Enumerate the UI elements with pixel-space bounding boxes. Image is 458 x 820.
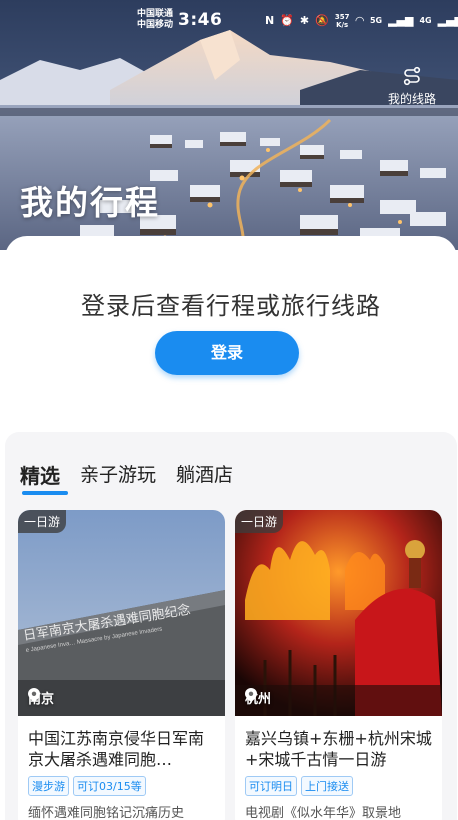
clock: 3:46 — [178, 10, 223, 30]
net-speed-unit: K/s — [336, 20, 349, 29]
signal-2: 4G — [419, 16, 432, 25]
net-speed-value: 357 — [334, 12, 350, 21]
tab-active-indicator — [22, 491, 68, 495]
card-tag: 漫步游 — [28, 776, 69, 796]
carrier-labels: 中国联通 中国移动 — [137, 9, 173, 31]
badge-day-trip: 一日游 — [18, 510, 67, 533]
card-tag: 上门接送 — [301, 776, 353, 796]
my-route-label: 我的线路 — [387, 92, 436, 106]
recommend-section: 精选 亲子游玩 躺酒店 日军南京大屠杀遇难同胞纪念 e Japanese Inv… — [5, 432, 457, 820]
performance-photo — [235, 510, 442, 716]
carrier-2: 中国移动 — [137, 20, 174, 30]
category-tabs: 精选 亲子游玩 躺酒店 — [20, 460, 233, 495]
page-title: 我的行程 — [20, 183, 160, 222]
card-image-memorial: 日军南京大屠杀遇难同胞纪念 e Japanese Inva… Massacre … — [18, 510, 225, 716]
card-tag: 可订明日 — [245, 776, 297, 796]
login-card: 登录后查看行程或旅行线路 登录 — [5, 236, 457, 426]
signal-bars-2-icon: ▂▄▆ — [437, 14, 458, 27]
card-tags: 漫步游 可订03/15等 — [28, 776, 146, 796]
login-button[interactable]: 登录 — [155, 331, 299, 375]
mute-icon: 🔕 — [315, 14, 329, 27]
card-title: 中国江苏南京侵华日军南京大屠杀遇难同胞… — [28, 729, 205, 769]
alarm-icon: ⏰ — [280, 14, 294, 27]
bluetooth-icon: ✱ — [299, 14, 310, 27]
card-title: 嘉兴乌镇+东栅+杭州宋城+宋城千古情一日游 — [245, 729, 432, 769]
card-tags: 可订明日 上门接送 — [245, 776, 353, 796]
card-description: 电视剧《似水年华》取景地 — [245, 806, 402, 820]
tab-family[interactable]: 亲子游玩 — [80, 460, 156, 489]
my-route-button[interactable]: 我的线路 — [382, 66, 442, 107]
memorial-photo: 日军南京大屠杀遇难同胞纪念 e Japanese Inva… Massacre … — [18, 510, 225, 716]
location-pin-icon — [245, 688, 257, 702]
card-location: 南京 — [28, 688, 54, 707]
carrier-1: 中国联通 — [137, 9, 174, 19]
status-icons: N ⏰ ✱ 🔕 357 K/s ◠ 5G ▂▄▆ 4G ▂▄▆ 94 — [265, 12, 458, 29]
card-tag: 可订03/15等 — [73, 776, 146, 796]
product-card-nanjing[interactable]: 日军南京大屠杀遇难同胞纪念 e Japanese Inva… Massacre … — [18, 510, 225, 820]
badge-day-trip: 一日游 — [235, 510, 284, 533]
status-bar: 中国联通 中国移动 3:46 N ⏰ ✱ 🔕 357 K/s ◠ 5G ▂▄▆ … — [0, 6, 458, 34]
signal-bars-icon: ▂▄▆ — [388, 14, 414, 27]
tab-featured-label: 精选 — [20, 464, 60, 488]
tab-featured[interactable]: 精选 — [20, 460, 68, 495]
login-prompt: 登录后查看行程或旅行线路 — [81, 292, 381, 320]
nfc-icon: N — [265, 14, 275, 27]
wifi-icon: ◠ — [355, 14, 364, 27]
hero-banner: 中国联通 中国移动 3:46 N ⏰ ✱ 🔕 357 K/s ◠ 5G ▂▄▆ … — [0, 0, 458, 250]
tab-hotel[interactable]: 躺酒店 — [176, 460, 233, 489]
card-image-show: 一日游 杭州 — [235, 510, 442, 716]
card-description: 缅怀遇难同胞铭记沉痛历史 — [28, 806, 185, 820]
product-card-hangzhou[interactable]: 一日游 杭州 嘉兴乌镇+东栅+杭州宋城+宋城千古情一日游 可订明日 上门接送 电… — [235, 510, 442, 820]
signal-1: 5G — [369, 16, 383, 25]
card-location: 杭州 — [245, 688, 271, 707]
location-pin-icon — [28, 688, 40, 702]
route-icon — [403, 66, 421, 86]
net-speed: 357 K/s — [335, 13, 350, 29]
